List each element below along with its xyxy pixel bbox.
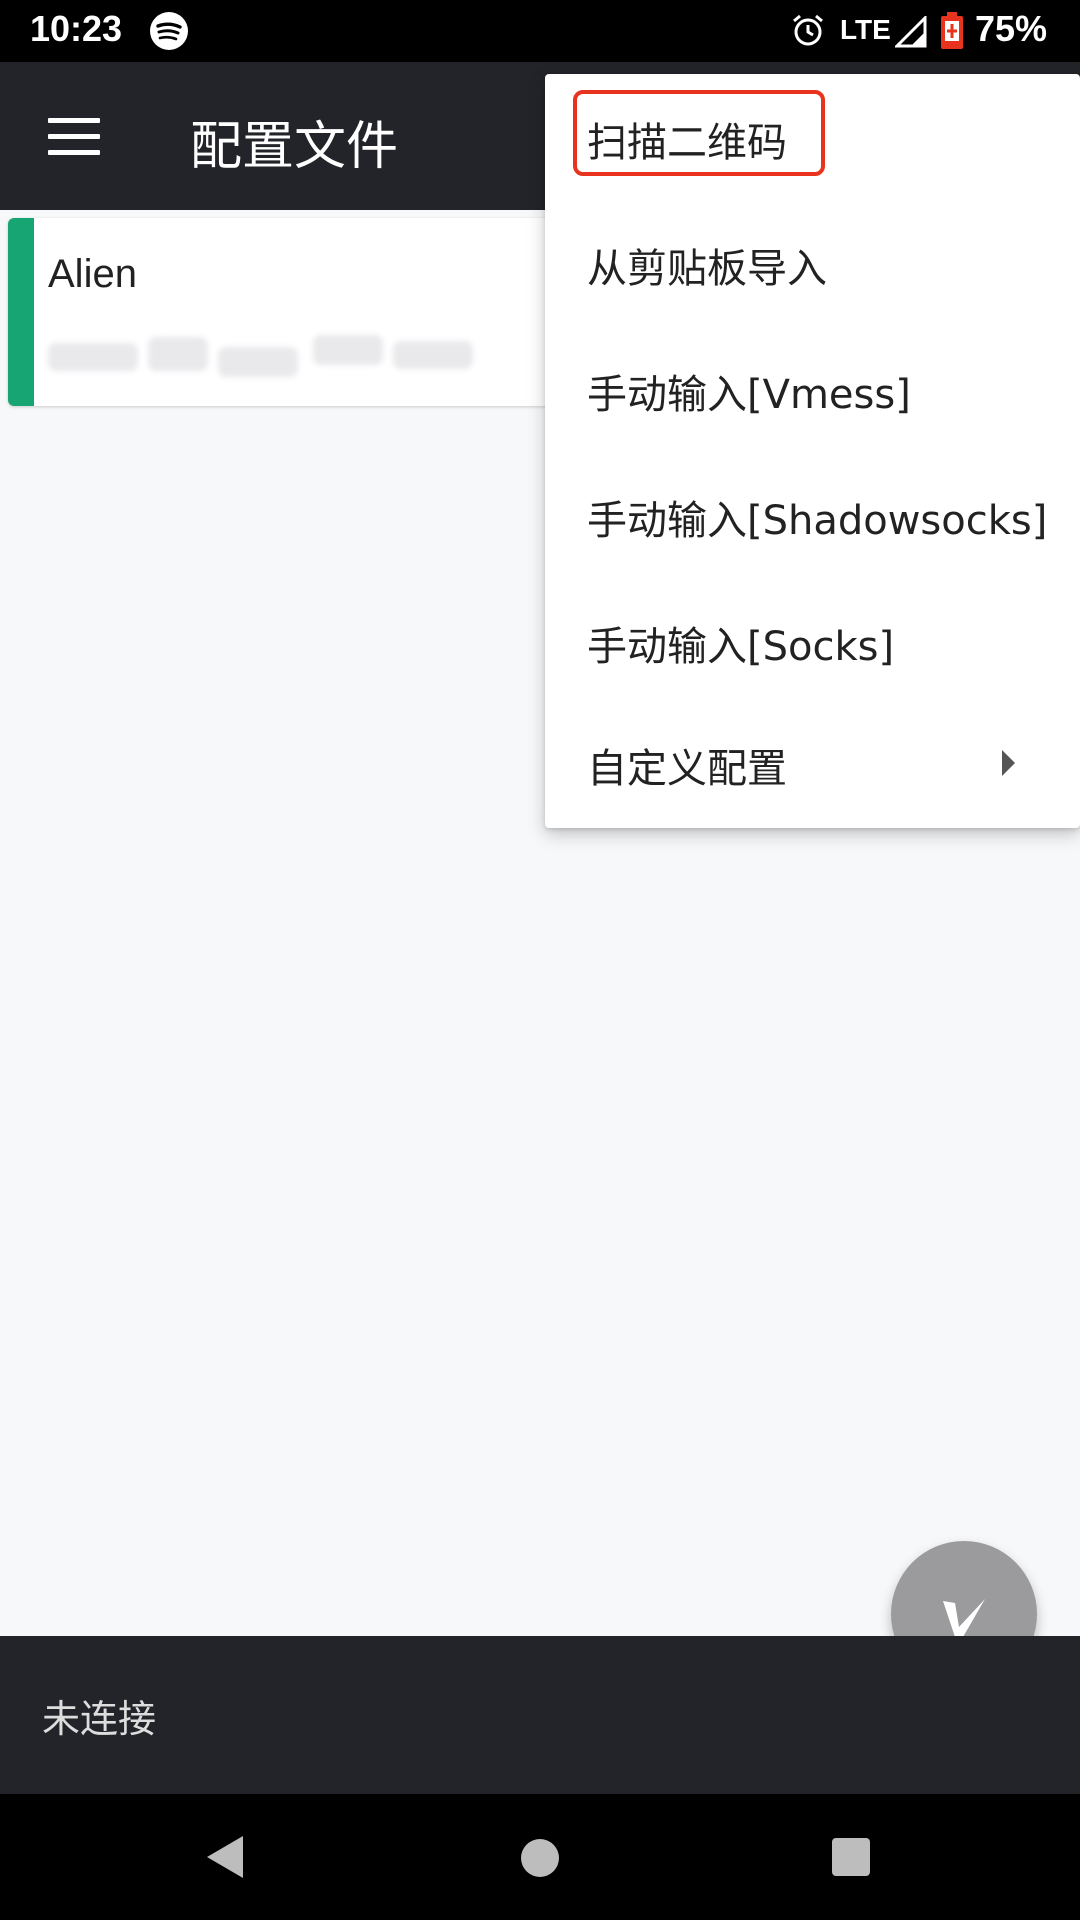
server-name: Alien (48, 252, 137, 296)
alarm-icon (793, 14, 823, 46)
selected-indicator (8, 218, 34, 406)
menu-item-custom-config[interactable]: 自定义配置 (545, 700, 1080, 826)
menu-item-manual-shadowsocks[interactable]: 手动输入[Shadowsocks] (545, 452, 1080, 578)
server-card[interactable]: Alien (8, 218, 568, 406)
system-nav-bar (0, 1794, 1080, 1920)
menu-item-scan-qr[interactable]: 扫描二维码 (545, 74, 1080, 200)
submenu-arrow-icon (1002, 750, 1015, 776)
signal-icon (895, 16, 927, 48)
menu-item-label: 手动输入[Socks] (587, 624, 895, 670)
page-title: 配置文件 (190, 117, 399, 177)
battery-icon (941, 12, 963, 49)
back-icon[interactable] (205, 1834, 245, 1880)
connection-status-bar[interactable]: 未连接 (0, 1636, 1080, 1794)
spotify-icon (150, 12, 188, 50)
connection-status: 未连接 (42, 1697, 157, 1741)
menu-item-label: 自定义配置 (587, 746, 787, 792)
add-config-menu: 扫描二维码 从剪贴板导入 手动输入[Vmess] 手动输入[Shadowsock… (545, 74, 1080, 828)
menu-item-label: 从剪贴板导入 (587, 246, 827, 292)
highlight-box (573, 90, 825, 176)
menu-item-manual-socks[interactable]: 手动输入[Socks] (545, 578, 1080, 704)
status-bar: 10:23 LTE 75% (0, 0, 1080, 62)
status-time: 10:23 (30, 8, 123, 49)
menu-item-label: 手动输入[Shadowsocks] (587, 498, 1048, 544)
hamburger-menu-icon[interactable] (48, 118, 100, 156)
server-address-redacted (48, 333, 488, 383)
home-icon[interactable] (521, 1839, 559, 1877)
menu-item-label: 手动输入[Vmess] (587, 372, 911, 418)
menu-item-manual-vmess[interactable]: 手动输入[Vmess] (545, 326, 1080, 452)
recents-icon[interactable] (832, 1838, 870, 1876)
network-type: LTE (840, 14, 891, 45)
menu-item-import-clipboard[interactable]: 从剪贴板导入 (545, 200, 1080, 326)
battery-level: 75% (975, 8, 1048, 49)
